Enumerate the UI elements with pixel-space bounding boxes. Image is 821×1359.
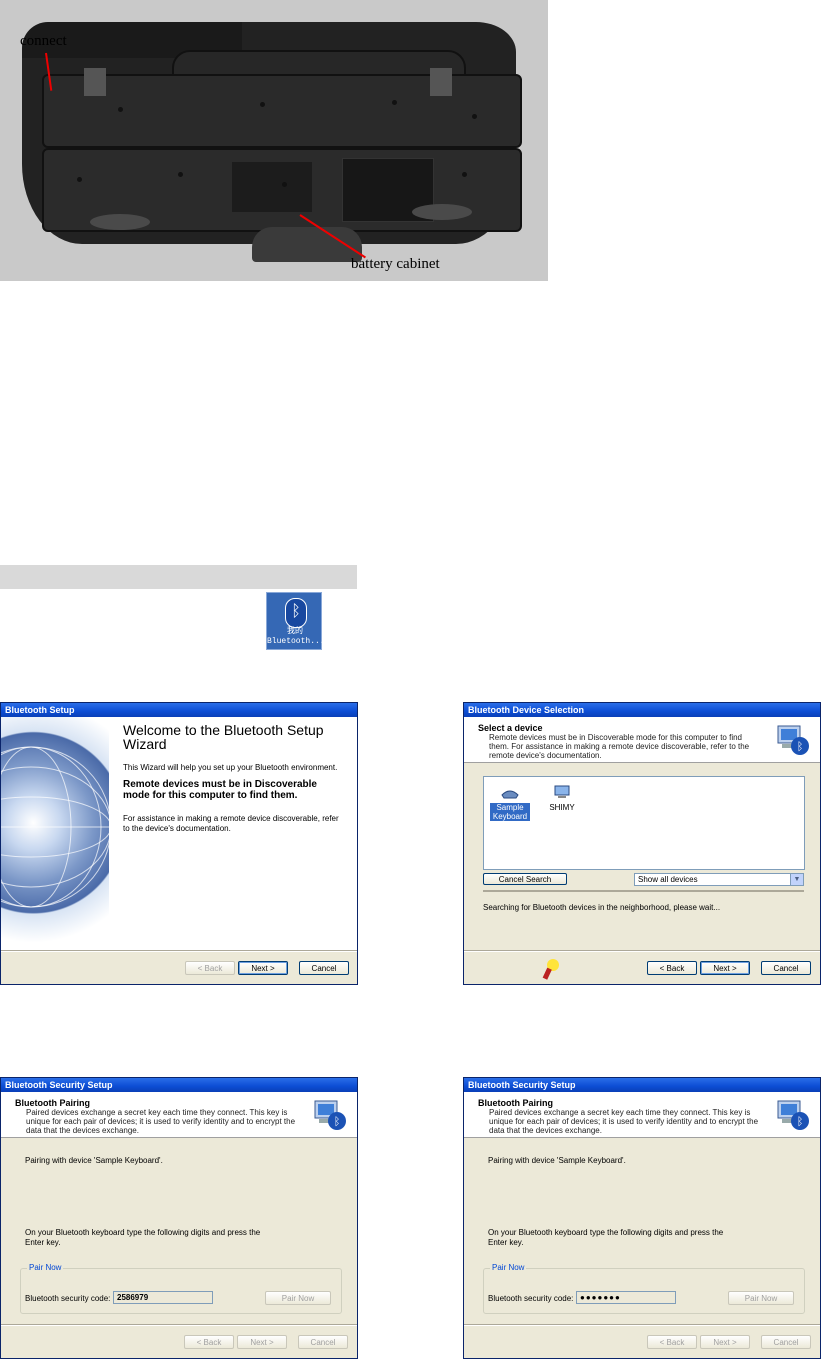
bluetooth-setup-dialog: Bluetooth Setup Welcome to the Bluetooth… [0, 702, 358, 985]
back-button[interactable]: < Back [647, 961, 697, 975]
next-button[interactable]: Next > [237, 1335, 287, 1349]
wizard-intro: This Wizard will help you set up your Bl… [123, 763, 338, 772]
computer-icon [554, 785, 570, 798]
keyboard-underside [22, 22, 522, 262]
next-button[interactable]: Next > [238, 961, 288, 975]
cancel-button[interactable]: Cancel [299, 961, 349, 975]
device-item-sample-keyboard[interactable]: Sample Keyboard [490, 785, 530, 821]
bluetooth-computer-icon: ᛒ [314, 1100, 346, 1130]
back-button[interactable]: < Back [185, 961, 235, 975]
security-setup-dialog-2: Bluetooth Security Setup Bluetooth Pairi… [463, 1077, 821, 1359]
device-selection-dialog: Bluetooth Device Selection Select a devi… [463, 702, 821, 985]
device-filter-select[interactable]: Show all devices ▼ [634, 873, 804, 886]
section-heading-bar [0, 565, 357, 589]
cancel-search-button[interactable]: Cancel Search [483, 873, 567, 885]
divider [483, 890, 804, 892]
security-code-label: Bluetooth security code: [25, 1294, 111, 1303]
svg-text:ᛒ: ᛒ [797, 1115, 804, 1128]
pair-now-button[interactable]: Pair Now [728, 1291, 794, 1305]
pair-now-group: Pair Now Bluetooth security code: ●●●●●●… [483, 1263, 805, 1314]
device-item-shimy[interactable]: SHIMY [542, 785, 582, 812]
next-button[interactable]: Next > [700, 961, 750, 975]
svg-text:ᛒ: ᛒ [797, 740, 804, 753]
pair-now-group: Pair Now Bluetooth security code: 258697… [20, 1263, 342, 1314]
bluetooth-computer-icon: ᛒ [777, 725, 809, 755]
pairing-with-text: Pairing with device 'Sample Keyboard'. [488, 1156, 626, 1165]
dialog-title: Bluetooth Setup [1, 703, 357, 717]
cancel-button[interactable]: Cancel [298, 1335, 348, 1349]
dialog-header: Bluetooth Pairing Paired devices exchang… [464, 1092, 820, 1138]
dialog-title: Bluetooth Device Selection [464, 703, 820, 717]
search-status: Searching for Bluetooth devices in the n… [483, 903, 721, 912]
keyboard-photo: connect battery cabinet [0, 0, 548, 281]
assistance-text: For assistance in making a remote device… [123, 814, 339, 833]
searching-flashlight-icon [542, 959, 559, 980]
cancel-button[interactable]: Cancel [761, 1335, 811, 1349]
header-title: Select a device [478, 723, 543, 733]
instruction-text: On your Bluetooth keyboard type the foll… [25, 1228, 261, 1247]
back-button[interactable]: < Back [184, 1335, 234, 1349]
header-description: Remote devices must be in Discoverable m… [489, 733, 750, 760]
button-row: < Back Next > Cancel [1, 951, 357, 984]
dialog-header: Bluetooth Pairing Paired devices exchang… [1, 1092, 357, 1138]
header-title: Bluetooth Pairing [478, 1098, 553, 1108]
security-setup-dialog-1: Bluetooth Security Setup Bluetooth Pairi… [0, 1077, 358, 1359]
chevron-down-icon[interactable]: ▼ [790, 874, 803, 885]
dialog-title: Bluetooth Security Setup [464, 1078, 820, 1092]
discoverable-notice: Remote devices must be in Discoverable m… [123, 779, 317, 801]
header-description: Paired devices exchange a secret key eac… [489, 1108, 759, 1135]
globe-banner [1, 717, 109, 952]
security-code-field[interactable]: 2586979 [113, 1291, 213, 1304]
header-title: Bluetooth Pairing [15, 1098, 90, 1108]
device-list[interactable]: Sample Keyboard SHIMY [483, 776, 805, 870]
dialog-header: Select a device Remote devices must be i… [464, 717, 820, 763]
button-row: < Back Next > Cancel [464, 951, 820, 984]
welcome-panel: Welcome to the Bluetooth Setup Wizard Th… [109, 717, 357, 952]
security-code-field-masked[interactable]: ●●●●●●● [576, 1291, 676, 1304]
pairing-with-text: Pairing with device 'Sample Keyboard'. [25, 1156, 163, 1165]
button-row: < Back Next > Cancel [464, 1325, 820, 1358]
connect-label: connect [20, 33, 67, 49]
keyboard-icon [501, 790, 519, 799]
next-button[interactable]: Next > [700, 1335, 750, 1349]
header-description: Paired devices exchange a secret key eac… [26, 1108, 296, 1135]
security-code-label: Bluetooth security code: [488, 1294, 574, 1303]
dialog-title: Bluetooth Security Setup [1, 1078, 357, 1092]
cancel-button[interactable]: Cancel [761, 961, 811, 975]
pair-now-button[interactable]: Pair Now [265, 1291, 331, 1305]
wizard-heading: Welcome to the Bluetooth Setup Wizard [123, 722, 324, 752]
bluetooth-computer-icon: ᛒ [777, 1100, 809, 1130]
my-bluetooth-desktop-icon[interactable]: ᛒ 我的 Bluetooth... [266, 592, 325, 650]
button-row: < Back Next > Cancel [1, 1325, 357, 1358]
instruction-text: On your Bluetooth keyboard type the foll… [488, 1228, 724, 1247]
bluetooth-icon: ᛒ [285, 598, 307, 628]
back-button[interactable]: < Back [647, 1335, 697, 1349]
svg-text:ᛒ: ᛒ [334, 1115, 341, 1128]
